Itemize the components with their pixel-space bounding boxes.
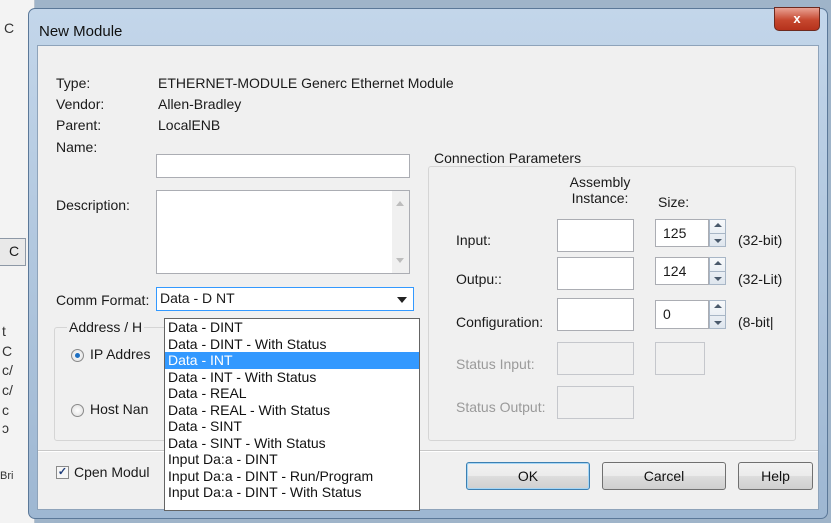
comm-format-option[interactable]: Input Da:a - DINT: [165, 451, 419, 468]
vendor-label: Vendor:: [56, 96, 105, 112]
comm-format-value: Data - D NT: [160, 290, 235, 306]
configuration-instance-field[interactable]: [557, 298, 634, 331]
help-button[interactable]: Help: [738, 462, 813, 490]
parent-label: Parent:: [56, 117, 102, 133]
spin-down-icon[interactable]: [714, 321, 722, 325]
scroll-down-icon[interactable]: [396, 258, 404, 263]
spin-down-icon[interactable]: [714, 277, 722, 281]
comm-format-option[interactable]: Data - INT: [165, 352, 419, 369]
background-text: C: [2, 343, 13, 359]
output-unit: (32-Lit): [738, 271, 783, 287]
input-size-field[interactable]: 125: [655, 219, 709, 247]
ip-address-radio[interactable]: [71, 349, 84, 362]
input-unit: (32-bit): [738, 232, 783, 248]
configuration-unit: (8-bit|: [738, 314, 774, 330]
host-name-radio[interactable]: [71, 404, 84, 417]
description-scrollbar[interactable]: [392, 191, 409, 273]
name-label: Name:: [56, 139, 98, 155]
footer-separator: [38, 450, 818, 452]
output-size-spinner[interactable]: [709, 257, 726, 285]
dialog-title: New Module: [39, 23, 123, 40]
input-size-value: 125: [663, 225, 687, 241]
background-text: c/: [2, 362, 13, 378]
status-input-field: [557, 342, 634, 375]
comm-format-option[interactable]: Data - REAL: [165, 385, 419, 402]
comm-format-option[interactable]: Data - REAL - With Status: [165, 402, 419, 419]
status-output-label: Status Output:: [456, 399, 546, 415]
spin-up-icon[interactable]: [714, 304, 722, 308]
open-module-checkbox[interactable]: ✓: [56, 466, 69, 479]
comm-format-dropdown-list[interactable]: Data - DINT Data - DINT - With Status Data…: [164, 318, 420, 511]
configuration-size-field[interactable]: 0: [655, 300, 709, 329]
background-text: c: [2, 402, 9, 418]
configuration-size-spinner[interactable]: [709, 300, 726, 329]
description-label: Description:: [56, 197, 130, 213]
dialog-body: Type: ETHERNET-MODULE Generc Ethernet Mo…: [37, 45, 819, 511]
input-size-spinner[interactable]: [709, 219, 726, 247]
output-label: Outpu::: [456, 271, 502, 287]
chevron-down-icon[interactable]: [397, 297, 407, 303]
address-group-label: Address / H: [67, 319, 145, 335]
background-text: Bri: [0, 470, 14, 482]
comm-format-option[interactable]: Data - DINT - With Status: [165, 336, 419, 353]
ip-address-label: IP Addres: [90, 346, 151, 362]
output-size-field[interactable]: 124: [655, 257, 709, 285]
output-size-value: 124: [663, 263, 687, 279]
configuration-size-value: 0: [663, 306, 671, 322]
scroll-up-icon[interactable]: [396, 201, 404, 206]
title-bar[interactable]: New Module x: [29, 7, 827, 45]
spin-down-icon[interactable]: [714, 239, 722, 243]
comm-format-option[interactable]: Input Da:a - DINT - With Status: [165, 484, 419, 501]
spin-up-icon[interactable]: [714, 223, 722, 227]
comm-format-label: Comm Format:: [56, 292, 150, 308]
close-button[interactable]: x: [774, 7, 820, 31]
status-output-field: [557, 386, 634, 419]
description-field[interactable]: [156, 190, 410, 274]
new-module-dialog: New Module x Type: ETHERNET-MODULE Gener…: [28, 7, 828, 519]
background-button[interactable]: C: [0, 238, 26, 266]
input-instance-field[interactable]: [557, 219, 634, 252]
comm-format-select[interactable]: Data - D NT: [156, 287, 414, 311]
configuration-label: Configuration:: [456, 314, 544, 330]
type-label: Type:: [56, 75, 91, 91]
host-name-label: Host Nan: [90, 401, 149, 417]
connection-parameters-label: Connection Parameters: [432, 150, 584, 166]
type-value: ETHERNET-MODULE Generc Ethernet Module: [158, 75, 454, 91]
comm-format-option[interactable]: Data - SINT - With Status: [165, 435, 419, 452]
parent-value: LocalENB: [158, 117, 221, 133]
vendor-value: Allen-Bradley: [158, 96, 242, 112]
assembly-instance-header: Assembly Instance:: [569, 174, 631, 206]
output-instance-field[interactable]: [557, 257, 634, 290]
size-header: Size:: [658, 194, 690, 210]
open-module-label: Cpen Modul: [74, 464, 150, 480]
comm-format-option[interactable]: Data - INT - With Status: [165, 369, 419, 386]
input-label: Input:: [456, 232, 492, 248]
background-text: C: [4, 20, 15, 36]
background-button-label: C: [9, 243, 20, 259]
status-input-size-field: [655, 342, 705, 375]
comm-format-option[interactable]: Input Da:a - DINT - Run/Program: [165, 468, 419, 485]
background-text: ɔ: [2, 420, 9, 436]
cancel-button[interactable]: Carcel: [602, 462, 726, 490]
background-text: c/: [2, 382, 13, 398]
comm-format-option[interactable]: Data - SINT: [165, 418, 419, 435]
spin-up-icon[interactable]: [714, 261, 722, 265]
close-icon: x: [793, 11, 801, 26]
status-input-label: Status Input:: [456, 356, 535, 372]
name-field[interactable]: [156, 154, 410, 178]
background-text: t: [2, 323, 6, 339]
ok-button[interactable]: OK: [466, 462, 590, 490]
comm-format-option[interactable]: Data - DINT: [165, 319, 419, 336]
